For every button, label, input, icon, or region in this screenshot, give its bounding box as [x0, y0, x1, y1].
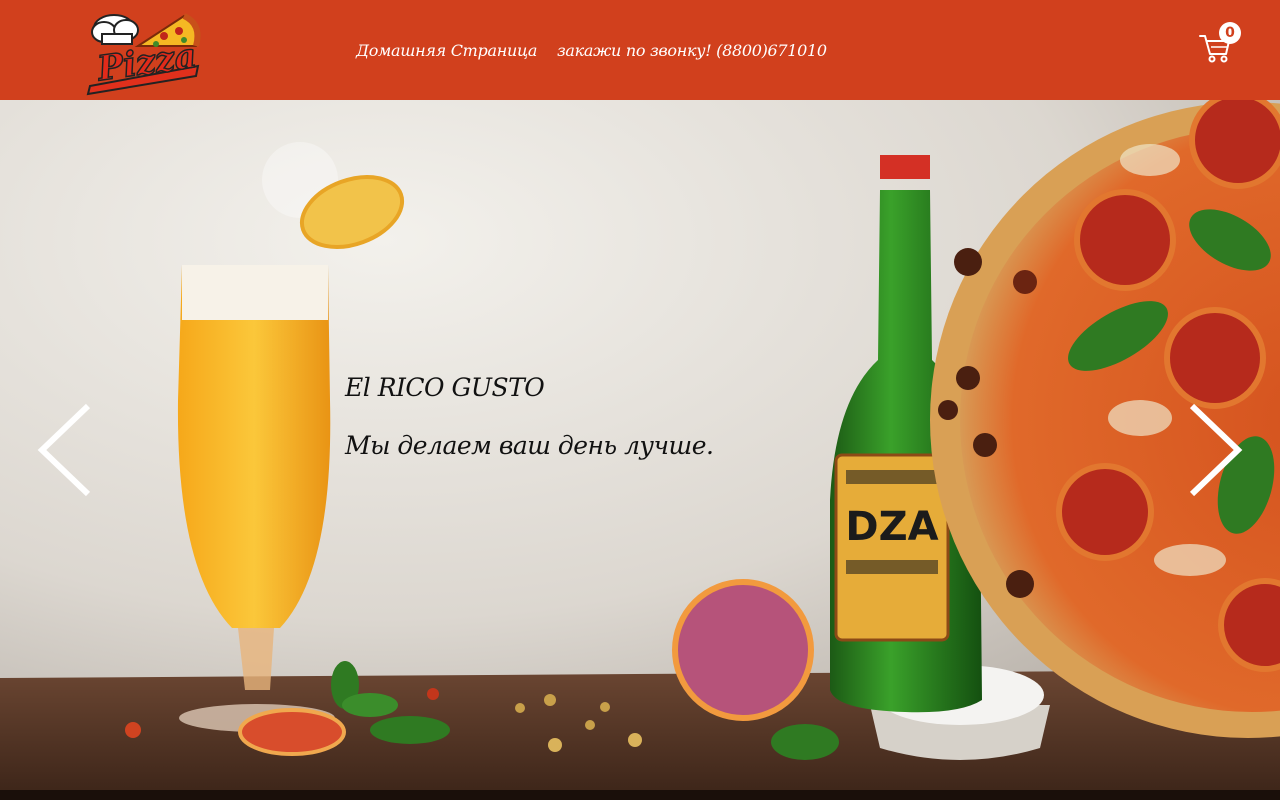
chevron-left-icon [37, 403, 91, 497]
carousel-prev-button[interactable] [34, 400, 94, 500]
nav-home-link[interactable]: Домашняя Страница [356, 40, 537, 62]
hero-carousel: DZA El RICO GUSTO Мы делаем ваш день луч… [0, 100, 1280, 800]
bottle-label-text: DZA [845, 504, 938, 550]
nav-phone-link[interactable]: закажи по звонку! (8800)671010 [557, 40, 827, 62]
hero-title: El RICO GUSTO [345, 373, 545, 402]
pizza-logo[interactable]: Pizza [84, 6, 206, 96]
hero-subtitle: Мы делаем ваш день лучше. [345, 431, 714, 460]
carousel-next-button[interactable] [1186, 400, 1246, 500]
cart-count-badge: 0 [1219, 22, 1241, 44]
chevron-right-icon [1189, 403, 1243, 497]
site-header: Pizza Домашняя Страница закажи по звонку… [0, 0, 1280, 100]
